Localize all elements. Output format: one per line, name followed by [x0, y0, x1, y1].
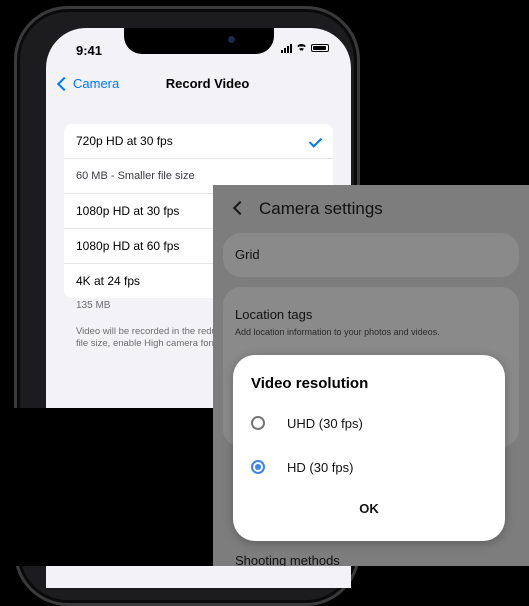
- option-label: 60 MB - Smaller file size: [76, 170, 195, 182]
- wifi-icon: [296, 44, 307, 52]
- option-label: 720p HD at 30 fps: [76, 134, 173, 148]
- status-time: 9:41: [76, 43, 103, 58]
- chevron-left-icon[interactable]: [232, 200, 248, 216]
- radio-checked-icon[interactable]: [251, 460, 265, 474]
- ios-nav-bar: Camera Record Video: [46, 72, 351, 100]
- dialog-title: Video resolution: [251, 375, 369, 392]
- recording-note: Video will be recorded in the reduce fil…: [76, 326, 235, 349]
- location-description: Add location information to your photos …: [235, 327, 440, 337]
- radio-unchecked-icon[interactable]: [251, 416, 265, 430]
- ok-button[interactable]: OK: [233, 501, 505, 516]
- settings-title: Camera settings: [259, 199, 383, 218]
- battery-icon: [311, 44, 329, 52]
- front-camera-icon: [228, 36, 235, 43]
- option-label: 4K at 24 fps: [76, 274, 141, 288]
- checkmark-icon: [308, 134, 323, 148]
- option-720p-30[interactable]: 720p HD at 30 fps: [64, 124, 333, 159]
- status-icons: [281, 43, 329, 53]
- option-uhd-30[interactable]: UHD (30 fps): [251, 411, 363, 435]
- android-header: Camera settings: [213, 185, 529, 235]
- option-label: HD (30 fps): [287, 459, 354, 475]
- location-title: Location tags: [235, 307, 313, 322]
- grid-setting[interactable]: Grid: [223, 233, 519, 277]
- cellular-signal-icon: [281, 43, 292, 53]
- video-resolution-dialog: Video resolution UHD (30 fps) HD (30 fps…: [233, 355, 505, 541]
- option-hd-30[interactable]: HD (30 fps): [251, 455, 353, 479]
- option-label: 1080p HD at 30 fps: [76, 204, 180, 218]
- file-size-note: 135 MB: [76, 300, 111, 311]
- notch: [124, 28, 274, 54]
- option-label: UHD (30 fps): [287, 415, 363, 431]
- option-label: 1080p HD at 60 fps: [76, 239, 180, 253]
- android-settings-screen: Camera settings Grid Location tags Add l…: [213, 185, 529, 566]
- shooting-methods-label[interactable]: Shooting methods: [235, 553, 340, 566]
- page-title: Record Video: [165, 76, 250, 91]
- grid-label: Grid: [235, 247, 260, 262]
- background-block: [0, 408, 213, 566]
